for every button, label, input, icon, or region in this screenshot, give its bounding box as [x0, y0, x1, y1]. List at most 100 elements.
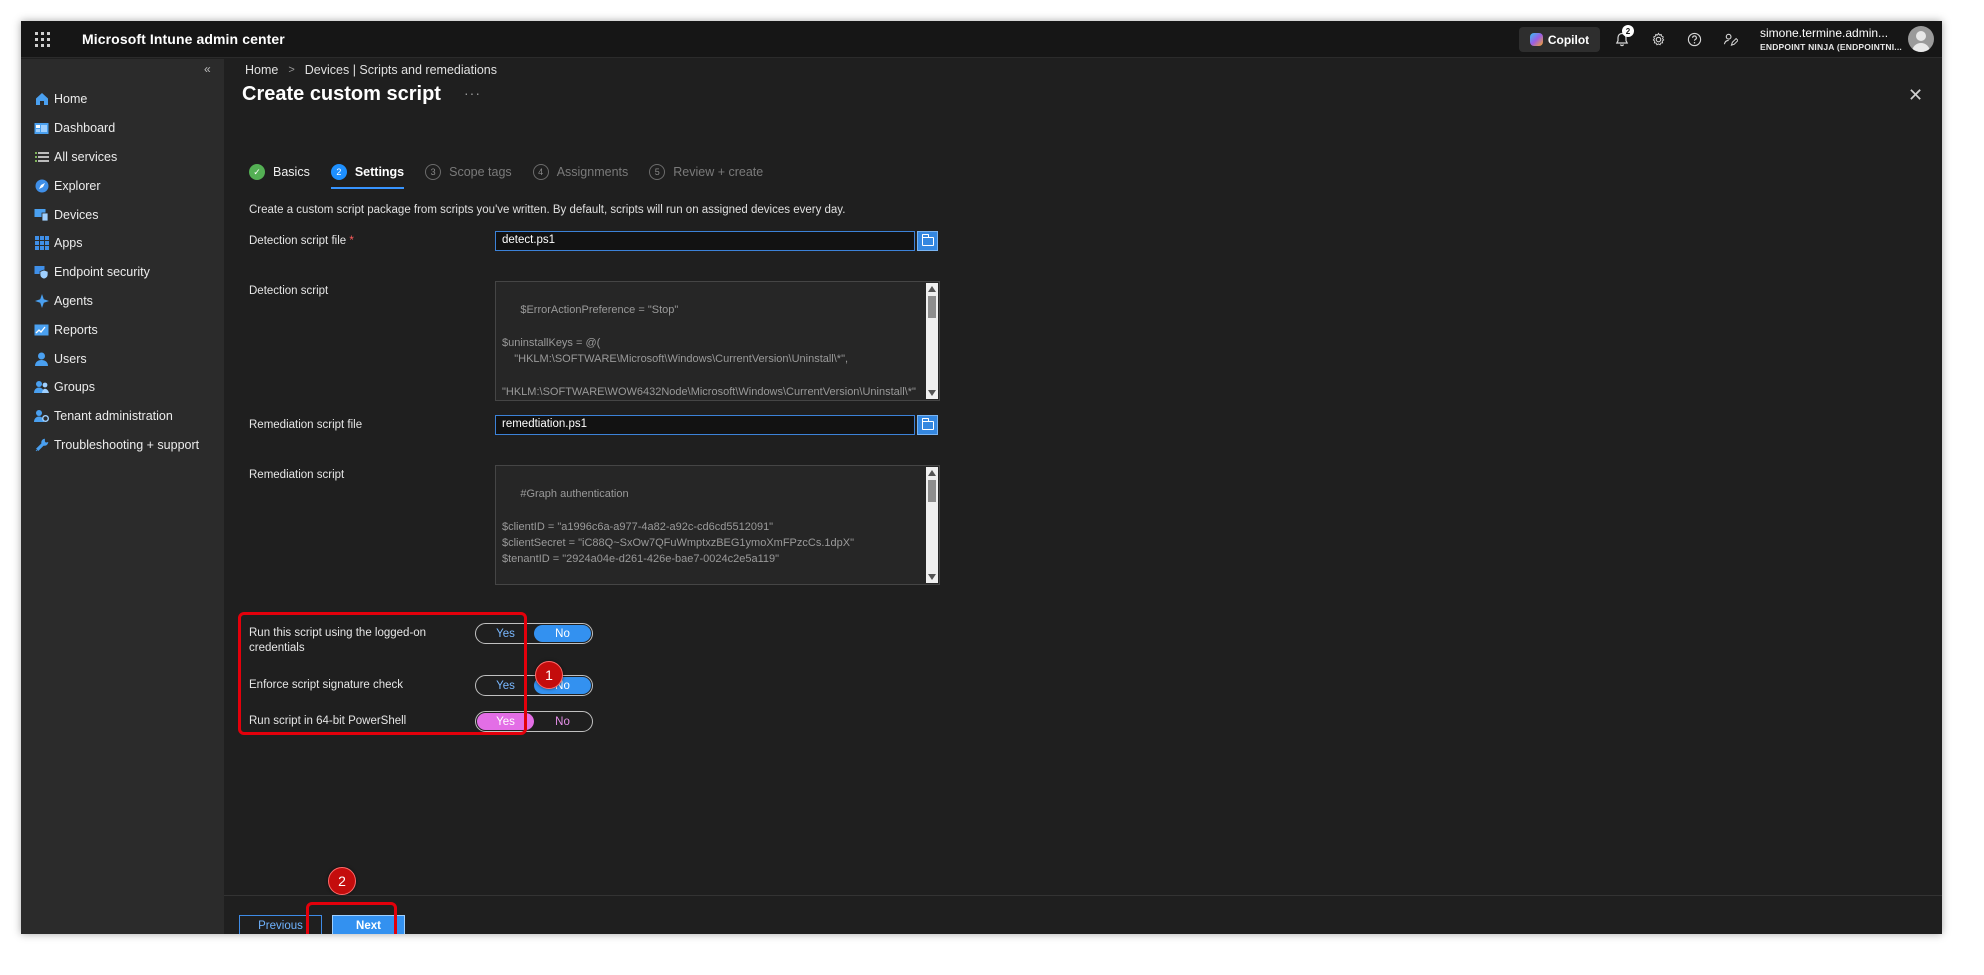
avatar[interactable] [1908, 26, 1934, 52]
apps-icon [34, 236, 49, 251]
breadcrumb-current[interactable]: Devices | Scripts and remediations [305, 63, 497, 77]
sidebar-item-dashboard[interactable]: Dashboard [21, 114, 224, 143]
shield-icon [34, 265, 49, 280]
detection-file-browse-button[interactable] [917, 231, 938, 251]
scroll-down-icon[interactable] [928, 390, 936, 396]
step-number: 3 [425, 164, 442, 180]
feedback-icon[interactable] [1719, 28, 1741, 50]
breadcrumb-home[interactable]: Home [245, 63, 278, 77]
sidebar-item-label: Devices [54, 207, 99, 222]
sidebar-item-label: Home [54, 92, 88, 107]
explorer-icon [34, 178, 49, 193]
dashboard-icon [34, 121, 49, 136]
detection-file-label: Detection script file * [249, 234, 354, 249]
sidebar-item-apps[interactable]: Apps [21, 229, 224, 258]
folder-icon [921, 233, 934, 246]
home-icon [34, 92, 49, 107]
toggle-no-option[interactable]: No [534, 625, 591, 642]
sidebar-item-label: Dashboard [54, 121, 116, 136]
tenant-admin-icon [34, 409, 49, 424]
scroll-down-icon[interactable] [928, 574, 936, 580]
remediation-script-textarea[interactable]: #Graph authentication $clientID = "a1996… [495, 465, 940, 585]
toggle-no-option[interactable]: No [534, 713, 591, 730]
step-scope-tags[interactable]: 3 Scope tags [425, 164, 512, 180]
sidebar-nav: Home Dashboard All services Explorer Dev… [21, 85, 224, 459]
account-tenant[interactable]: ENDPOINT NINJA (ENDPOINTNI... [1760, 42, 1902, 52]
sidebar-item-tenant-administration[interactable]: Tenant administration [21, 402, 224, 431]
step-label: Assignments [556, 165, 629, 179]
app-title[interactable]: Microsoft Intune admin center [82, 31, 285, 47]
detection-script-label: Detection script [249, 285, 329, 297]
sidebar-item-explorer[interactable]: Explorer [21, 171, 224, 200]
close-icon[interactable]: ✕ [1908, 85, 1923, 106]
detection-script-textarea[interactable]: $ErrorActionPreference = "Stop" $uninsta… [495, 281, 940, 401]
app-window: Microsoft Intune admin center Copilot 2 … [21, 21, 1942, 934]
sidebar-item-reports[interactable]: Reports [21, 315, 224, 344]
step-complete-check-icon: ✓ [249, 164, 265, 180]
step-assignments[interactable]: 4 Assignments [532, 164, 629, 180]
sidebar-item-label: Reports [54, 322, 98, 337]
step-label: Review + create [673, 165, 764, 179]
app-launcher-icon[interactable] [33, 30, 51, 48]
scroll-thumb[interactable] [928, 480, 936, 502]
remediation-file-browse-button[interactable] [917, 415, 938, 435]
detection-script-scrollbar[interactable] [926, 283, 938, 399]
page-title: Create custom script [242, 83, 441, 105]
remediation-script-content: #Graph authentication $clientID = "a1996… [502, 488, 854, 566]
sidebar-item-endpoint-security[interactable]: Endpoint security [21, 258, 224, 287]
copilot-icon [1529, 33, 1543, 46]
step-review-create[interactable]: 5 Review + create [649, 164, 763, 180]
sidebar-item-groups[interactable]: Groups [21, 373, 224, 402]
account-name[interactable]: simone.termine.admin... [1760, 26, 1888, 40]
remediation-script-scrollbar[interactable] [926, 467, 938, 583]
sidebar-item-label: Apps [54, 236, 83, 251]
remediation-file-input[interactable]: remedtiation.ps1 [495, 415, 915, 435]
sidebar-item-users[interactable]: Users [21, 344, 224, 373]
list-icon [34, 149, 49, 164]
scroll-thumb[interactable] [928, 296, 936, 318]
detection-file-input[interactable]: detect.ps1 [495, 231, 915, 251]
notifications-bell-icon[interactable]: 2 [1611, 25, 1634, 50]
sidebar-item-home[interactable]: Home [21, 85, 224, 114]
sidebar-item-label: Explorer [54, 178, 101, 193]
remediation-script-label: Remediation script [249, 469, 345, 481]
callout-number-2: 2 [328, 867, 356, 895]
sidebar-item-devices[interactable]: Devices [21, 200, 224, 229]
breadcrumb-separator-icon: > [288, 64, 295, 76]
reports-icon [34, 322, 49, 337]
scroll-up-icon[interactable] [928, 286, 936, 292]
sidebar-item-label: Agents [54, 293, 93, 308]
step-number: 5 [649, 164, 666, 180]
user-icon [34, 351, 49, 366]
more-options-button[interactable]: ··· [464, 85, 481, 101]
help-icon[interactable] [1683, 28, 1705, 50]
step-number: 2 [330, 164, 347, 180]
sidebar-item-label: Troubleshooting + support [54, 437, 200, 452]
groups-icon [34, 380, 49, 395]
folder-icon [921, 417, 934, 430]
copilot-button[interactable]: Copilot [1519, 27, 1600, 52]
sidebar-item-agents[interactable]: Agents [21, 287, 224, 316]
detection-file-label-text: Detection script file [249, 235, 347, 247]
step-label: Settings [354, 165, 405, 179]
collapse-sidebar-button[interactable]: « [204, 62, 211, 76]
top-bar: Microsoft Intune admin center Copilot 2 … [21, 21, 1942, 58]
sidebar-item-all-services[interactable]: All services [21, 143, 224, 172]
wrench-icon [34, 437, 49, 452]
sidebar-item-troubleshooting[interactable]: Troubleshooting + support [21, 431, 224, 460]
settings-gear-icon[interactable] [1647, 28, 1669, 50]
step-label: Scope tags [449, 165, 512, 179]
step-number: 4 [532, 164, 549, 180]
agents-icon [34, 293, 49, 308]
required-marker: * [349, 235, 354, 247]
step-basics[interactable]: ✓ Basics [249, 164, 310, 180]
callout-highlight-next [306, 902, 397, 934]
wizard-stepper: ✓ Basics 2 Settings 3 Scope tags 4 Assig… [249, 164, 784, 189]
sidebar-item-label: Groups [54, 380, 95, 395]
remediation-file-label: Remediation script file [249, 419, 363, 431]
callout-highlight-toggles [238, 612, 527, 735]
devices-icon [34, 207, 49, 222]
step-settings[interactable]: 2 Settings [330, 164, 405, 189]
scroll-up-icon[interactable] [928, 470, 936, 476]
callout-number-1: 1 [535, 661, 563, 689]
